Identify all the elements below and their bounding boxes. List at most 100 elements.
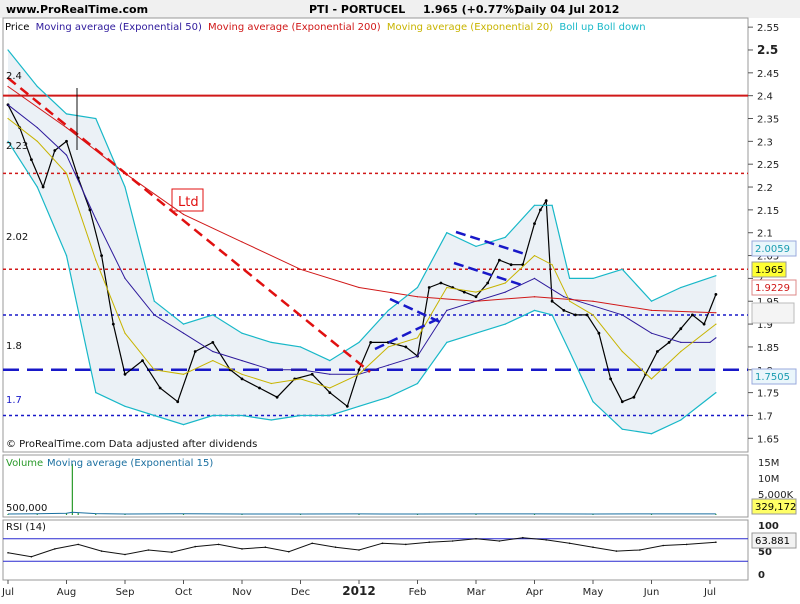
ema50-point (650, 332, 653, 334)
ema20-point (446, 286, 448, 289)
rsi-point (77, 543, 79, 546)
boll-down-point (475, 332, 477, 334)
y-tick-label: 2.5 (757, 43, 778, 57)
boll-up-point (124, 186, 126, 188)
price-point (550, 299, 554, 303)
ema20-point (329, 387, 331, 389)
ema50-point (621, 314, 623, 316)
ema200-point (299, 268, 302, 270)
x-tick-label: Aug (57, 587, 77, 598)
boll-down-point (569, 350, 571, 353)
ema50-point (65, 154, 68, 156)
boll-down-point (65, 255, 68, 257)
legend-price: Price (5, 22, 29, 33)
boll-down-point (329, 414, 331, 417)
price-point (679, 327, 683, 331)
rsi-point (662, 544, 664, 547)
price-point (328, 391, 332, 394)
price-badges: 2.0059 1.965 1.9229 1.7505 (751, 240, 797, 385)
ema200-point (358, 286, 360, 289)
rsi-point (217, 543, 220, 546)
price-point (509, 263, 513, 267)
boll-up-point (65, 113, 68, 115)
badge-boll-up: 2.0059 (755, 244, 790, 255)
price-point (439, 281, 443, 285)
boll-up-point (504, 236, 506, 238)
boll-up-point (358, 341, 360, 343)
ema50-point (182, 332, 185, 334)
ema20-point (680, 350, 682, 353)
rsi-point (428, 541, 431, 543)
ema50-point (715, 337, 717, 339)
ema200-point (65, 127, 68, 129)
x-tick-label: 2012 (342, 584, 375, 598)
ema200-point (715, 312, 717, 314)
boll-up-point (621, 268, 623, 270)
ema20-point (65, 172, 68, 174)
price-point (486, 281, 490, 285)
rsi-axis-0: 0 (758, 570, 765, 581)
price-point (562, 309, 566, 312)
ema200-point (592, 300, 594, 302)
y-tick-label: 1.7 (757, 411, 773, 422)
rsi-point (7, 552, 9, 554)
ema200-point (533, 296, 536, 298)
copyright-footer: © ProRealTime.com Data adjusted after di… (6, 439, 257, 450)
boll-down-point (551, 314, 553, 316)
boll-up-point (212, 314, 214, 316)
ema50-point (680, 341, 682, 343)
price-panel: Ltd 2.4 2.23 2.02 1.8 1.7 Price Moving a… (2, 17, 749, 453)
volume-axis-15m: 15M (758, 458, 779, 469)
volume-panel: Volume Moving average (Exponential 15) 5… (2, 454, 797, 518)
rsi-point (241, 548, 243, 550)
ema20-point (475, 291, 477, 293)
ema50-point (592, 305, 594, 307)
volume-left-value: 500,000 (6, 503, 47, 514)
x-tick-label: Feb (409, 587, 427, 598)
rsi-axis-50: 50 (758, 547, 772, 558)
rsi-point (100, 550, 103, 552)
rsi-point (334, 546, 337, 548)
volume-label: Volume (6, 458, 43, 469)
ema200-point (241, 241, 243, 243)
symbol-title: PTI - PORTUCEL (309, 3, 405, 16)
boll-down-point (680, 419, 682, 421)
x-tick-label: Sep (116, 587, 135, 598)
price-point (369, 341, 373, 344)
price-point (498, 258, 501, 262)
boll-down-point (387, 396, 389, 398)
price-point (123, 372, 127, 376)
boll-up-point (329, 360, 331, 362)
rsi-axis-100: 100 (758, 521, 779, 532)
ema50-point (212, 350, 214, 353)
price-point (533, 222, 536, 226)
boll-up-point (95, 117, 97, 120)
ema50-point (504, 291, 506, 293)
ema20-point (416, 337, 419, 339)
rsi-point (124, 553, 126, 556)
x-tick-label: Apr (526, 587, 544, 598)
legend-ema20: Moving average (Exponential 20) (387, 22, 553, 33)
rsi-point (498, 540, 501, 542)
price-point (714, 293, 718, 296)
ema20-point (182, 373, 185, 375)
ema200-point (182, 213, 185, 215)
boll-down-point (533, 309, 536, 311)
rsi-point (522, 536, 524, 539)
period-label: Daily 04 Jul 2012 (515, 3, 619, 16)
price-point (404, 345, 408, 349)
x-tick-label: Oct (175, 587, 192, 598)
legend-ema50: Moving average (Exponential 50) (36, 22, 202, 33)
y-tick-label: 2.55 (757, 23, 779, 34)
boll-down-point (270, 419, 272, 421)
volume-badge: 329,172 (755, 502, 796, 513)
boll-up-point (387, 309, 389, 311)
badge-ema200: 1.9229 (755, 283, 790, 294)
price-point (111, 322, 115, 326)
ema20-point (212, 360, 214, 362)
rsi-point (194, 545, 196, 548)
ema50-point (299, 369, 302, 371)
boll-down-point (416, 382, 419, 385)
price-point (275, 395, 279, 399)
ema50-point (124, 277, 126, 279)
